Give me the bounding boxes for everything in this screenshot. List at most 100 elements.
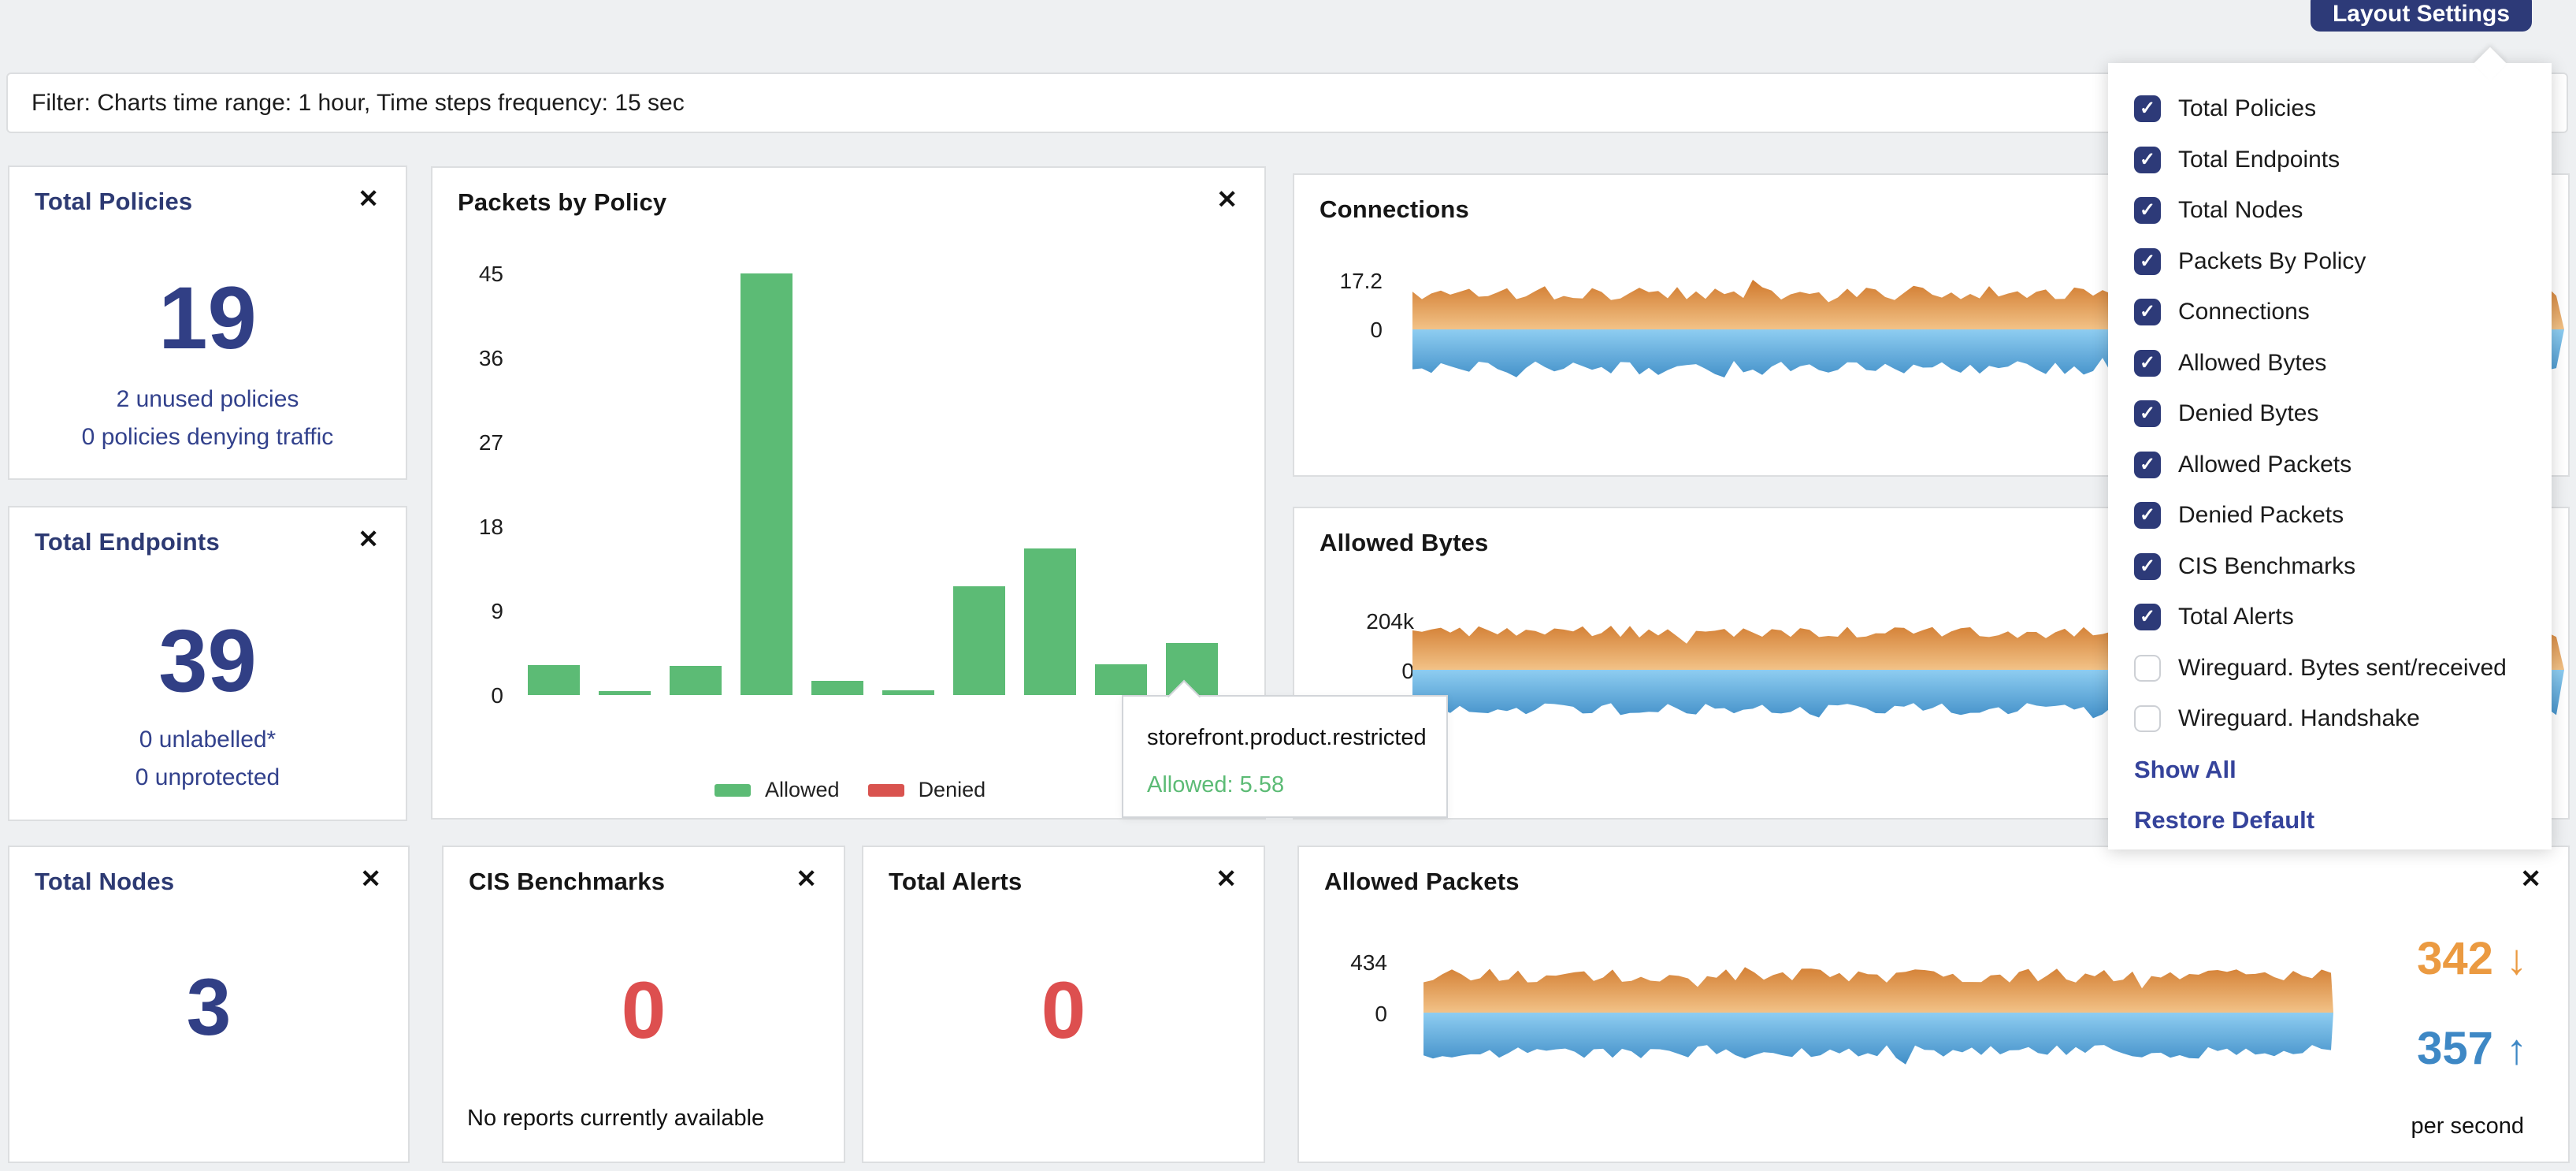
checked-checkbox-icon[interactable]: ✓ bbox=[2134, 350, 2161, 377]
total-endpoints-value: 39 bbox=[9, 610, 406, 712]
checked-checkbox-icon[interactable]: ✓ bbox=[2134, 197, 2161, 224]
legend-allowed-label: Allowed bbox=[765, 778, 840, 802]
layout-menu-item-total-nodes[interactable]: ✓ Total Nodes bbox=[2108, 185, 2552, 236]
menu-item-label: CIS Benchmarks bbox=[2178, 553, 2355, 580]
show-all-link[interactable]: Show All bbox=[2108, 745, 2552, 795]
packets-down-stat: 342 ↓ bbox=[2417, 932, 2527, 985]
unchecked-checkbox-icon[interactable] bbox=[2134, 655, 2161, 682]
menu-item-label: Denied Bytes bbox=[2178, 400, 2318, 427]
allowed-bar[interactable] bbox=[1095, 664, 1147, 695]
close-icon[interactable]: ✕ bbox=[2520, 866, 2541, 891]
card-total-endpoints: Total Endpoints ✕ 39 0 unlabelled* 0 unp… bbox=[8, 506, 407, 821]
layout-menu-item-denied-packets[interactable]: ✓ Denied Packets bbox=[2108, 490, 2552, 541]
menu-item-label: Denied Packets bbox=[2178, 502, 2344, 529]
layout-menu-item-wireguard-handshake[interactable]: Wireguard. Handshake bbox=[2108, 693, 2552, 745]
total-endpoints-line2: 0 unprotected bbox=[9, 764, 406, 791]
close-icon[interactable]: ✕ bbox=[358, 186, 379, 211]
legend-allowed: Allowed bbox=[715, 778, 840, 802]
layout-menu-item-packets-by-policy[interactable]: ✓ Packets By Policy bbox=[2108, 236, 2552, 288]
layout-menu-item-allowed-packets[interactable]: ✓ Allowed Packets bbox=[2108, 440, 2552, 491]
checked-checkbox-icon[interactable]: ✓ bbox=[2134, 400, 2161, 427]
total-alerts-title: Total Alerts bbox=[889, 868, 1022, 896]
card-allowed-packets: Allowed Packets ✕ 434 0 342 ↓ 357 ↑ per … bbox=[1297, 846, 2570, 1163]
layout-settings-checkbox-list: ✓ Total Policies ✓ Total Endpoints ✓ Total No… bbox=[2108, 84, 2552, 745]
checked-checkbox-icon[interactable]: ✓ bbox=[2134, 553, 2161, 580]
total-policies-title: Total Policies bbox=[35, 188, 192, 216]
allowed-bar[interactable] bbox=[882, 690, 934, 695]
card-cis-benchmarks: CIS Benchmarks ✕ 0 No reports currently … bbox=[442, 846, 845, 1163]
allowed-packets-stream-chart bbox=[1299, 847, 2402, 1162]
menu-item-label: Total Policies bbox=[2178, 95, 2316, 122]
allowed-bar[interactable] bbox=[811, 681, 863, 695]
layout-menu-item-denied-bytes[interactable]: ✓ Denied Bytes bbox=[2108, 388, 2552, 440]
layout-menu-item-cis-benchmarks[interactable]: ✓ CIS Benchmarks bbox=[2108, 541, 2552, 593]
layout-menu-item-total-alerts[interactable]: ✓ Total Alerts bbox=[2108, 592, 2552, 643]
checked-checkbox-icon[interactable]: ✓ bbox=[2134, 604, 2161, 630]
total-nodes-value: 3 bbox=[9, 961, 408, 1054]
checked-checkbox-icon[interactable]: ✓ bbox=[2134, 248, 2161, 275]
layout-settings-button[interactable]: Layout Settings bbox=[2311, 0, 2532, 32]
allowed-bar[interactable] bbox=[528, 665, 580, 695]
dashboard-page: Layout Settings Filter: Charts time rang… bbox=[0, 0, 2576, 1171]
card-total-alerts: Total Alerts ✕ 0 bbox=[862, 846, 1265, 1163]
legend-denied: Denied bbox=[868, 778, 986, 802]
bar-y-tick-label: 45 bbox=[440, 262, 503, 287]
close-icon[interactable]: ✕ bbox=[1216, 866, 1237, 891]
checked-checkbox-icon[interactable]: ✓ bbox=[2134, 95, 2161, 122]
close-icon[interactable]: ✕ bbox=[796, 866, 817, 891]
checked-checkbox-icon[interactable]: ✓ bbox=[2134, 452, 2161, 478]
layout-menu-item-wireguard-bytes-sent-received[interactable]: Wireguard. Bytes sent/received bbox=[2108, 643, 2552, 694]
allowed-bar[interactable] bbox=[1024, 548, 1076, 695]
close-icon[interactable]: ✕ bbox=[358, 526, 379, 552]
total-endpoints-line1: 0 unlabelled* bbox=[9, 727, 406, 753]
total-endpoints-title: Total Endpoints bbox=[35, 528, 220, 556]
menu-item-label: Total Alerts bbox=[2178, 604, 2294, 630]
menu-item-label: Allowed Packets bbox=[2178, 452, 2351, 478]
chart-legend: Allowed Denied bbox=[715, 778, 985, 802]
layout-settings-menu: ✓ Total Policies ✓ Total Endpoints ✓ Total No… bbox=[2108, 63, 2552, 849]
close-icon[interactable]: ✕ bbox=[360, 866, 381, 891]
bar-y-tick-label: 18 bbox=[440, 515, 503, 540]
menu-item-label: Connections bbox=[2178, 299, 2310, 325]
dropdown-caret-icon bbox=[2474, 47, 2507, 80]
total-nodes-title: Total Nodes bbox=[35, 868, 174, 896]
legend-denied-label: Denied bbox=[919, 778, 986, 802]
checked-checkbox-icon[interactable]: ✓ bbox=[2134, 299, 2161, 325]
per-second-label: per second bbox=[2411, 1113, 2525, 1139]
total-policies-line1: 2 unused policies bbox=[9, 386, 406, 413]
menu-item-label: Packets By Policy bbox=[2178, 248, 2366, 275]
total-policies-line2: 0 policies denying traffic bbox=[9, 424, 406, 451]
unchecked-checkbox-icon[interactable] bbox=[2134, 705, 2161, 732]
menu-item-label: Total Endpoints bbox=[2178, 147, 2340, 173]
bar-y-tick-label: 9 bbox=[440, 599, 503, 624]
cis-benchmarks-title: CIS Benchmarks bbox=[469, 868, 665, 896]
packets-up-stat: 357 ↑ bbox=[2417, 1022, 2527, 1075]
total-alerts-value: 0 bbox=[863, 965, 1264, 1057]
card-total-nodes: Total Nodes ✕ 3 bbox=[8, 846, 410, 1163]
allowed-bar[interactable] bbox=[953, 586, 1005, 695]
menu-item-label: Wireguard. Handshake bbox=[2178, 705, 2420, 732]
layout-menu-item-allowed-bytes[interactable]: ✓ Allowed Bytes bbox=[2108, 338, 2552, 389]
layout-menu-item-connections[interactable]: ✓ Connections bbox=[2108, 287, 2552, 338]
bar-y-tick-label: 36 bbox=[440, 346, 503, 371]
checked-checkbox-icon[interactable]: ✓ bbox=[2134, 502, 2161, 529]
layout-menu-item-total-endpoints[interactable]: ✓ Total Endpoints bbox=[2108, 135, 2552, 186]
arrow-down-icon: ↓ bbox=[2506, 936, 2527, 983]
restore-default-link[interactable]: Restore Default bbox=[2108, 795, 2552, 846]
card-total-policies: Total Policies ✕ 19 2 unused policies 0 … bbox=[8, 165, 407, 480]
checked-checkbox-icon[interactable]: ✓ bbox=[2134, 147, 2161, 173]
allowed-bar[interactable] bbox=[670, 666, 722, 695]
bar-y-tick-label: 0 bbox=[440, 683, 503, 708]
menu-item-label: Wireguard. Bytes sent/received bbox=[2178, 655, 2507, 682]
total-policies-value: 19 bbox=[9, 267, 406, 369]
cis-benchmarks-value: 0 bbox=[444, 965, 844, 1057]
allowed-bar[interactable] bbox=[599, 691, 651, 695]
allowed-bar[interactable] bbox=[741, 273, 792, 696]
menu-item-label: Total Nodes bbox=[2178, 197, 2303, 224]
menu-item-label: Allowed Bytes bbox=[2178, 350, 2326, 377]
chart-tooltip: storefront.product.restricted Allowed: 5… bbox=[1122, 695, 1448, 818]
layout-menu-item-total-policies[interactable]: ✓ Total Policies bbox=[2108, 84, 2552, 135]
denied-swatch-icon bbox=[868, 784, 904, 797]
tooltip-policy-name: storefront.product.restricted bbox=[1147, 725, 1427, 751]
cis-benchmarks-note: No reports currently available bbox=[467, 1106, 764, 1132]
